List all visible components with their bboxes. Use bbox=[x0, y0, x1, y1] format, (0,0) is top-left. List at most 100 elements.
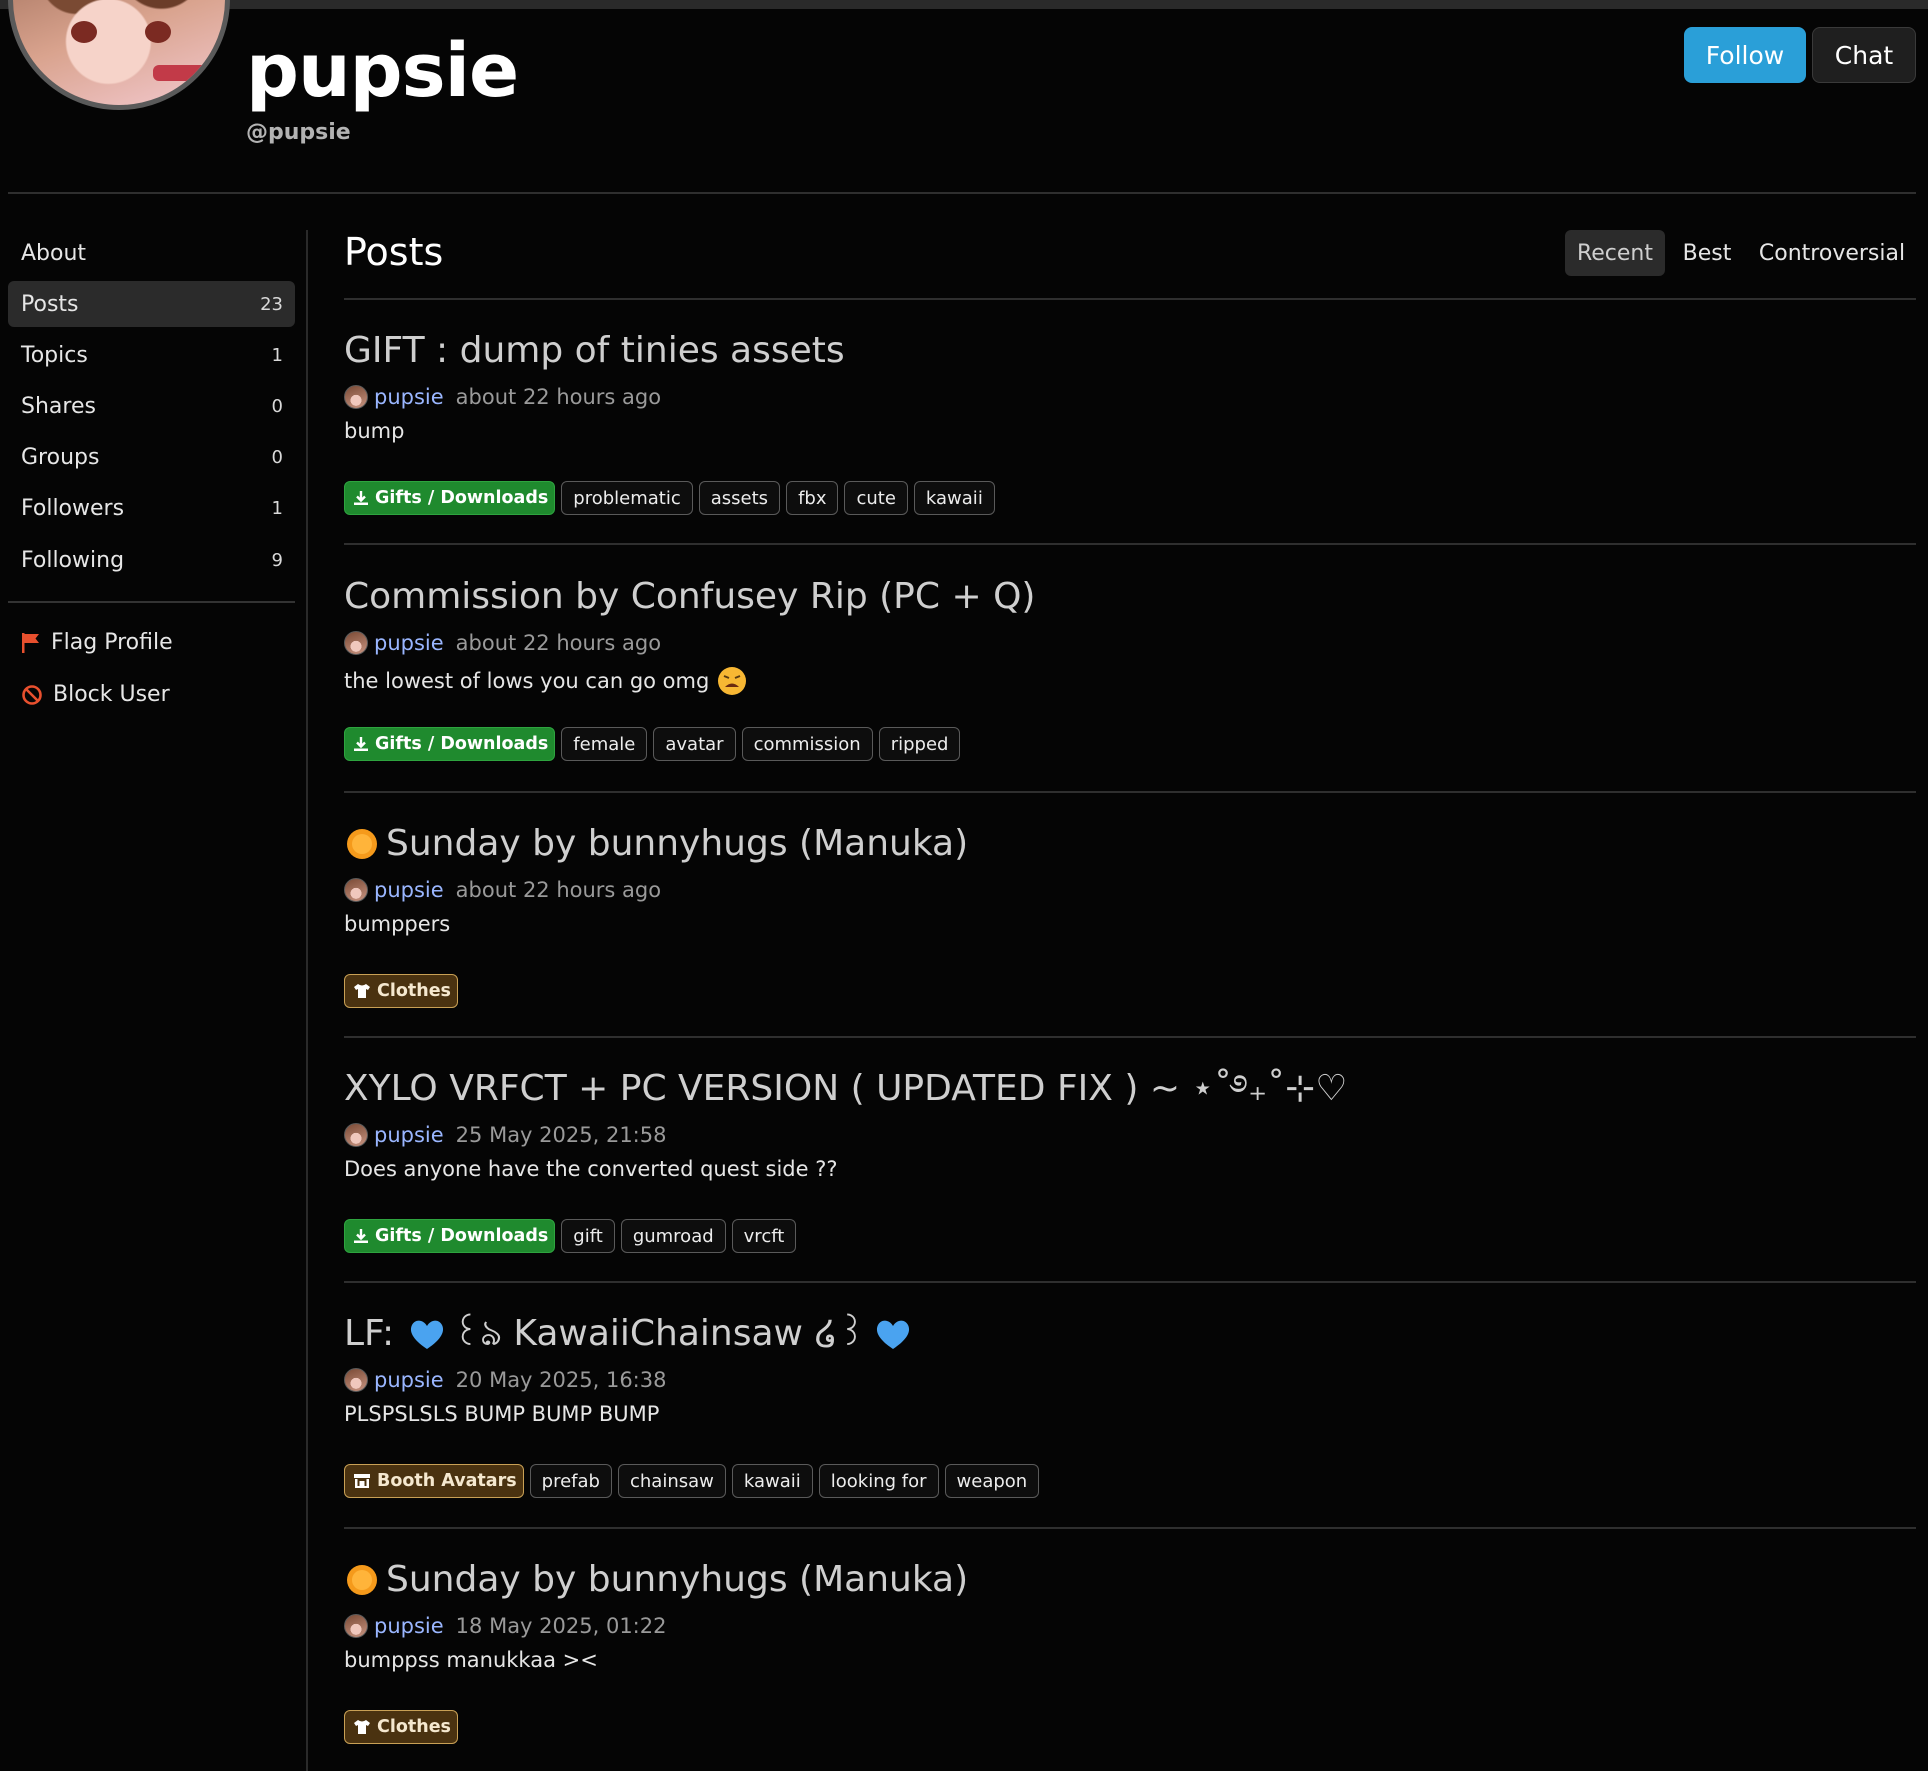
posts-header-divider bbox=[344, 298, 1916, 300]
tag-chip[interactable]: assets bbox=[698, 481, 781, 515]
download-icon bbox=[354, 737, 368, 751]
post-title[interactable]: XYLO VRFCT + PC VERSION ( UPDATED FIX ) … bbox=[344, 1067, 1348, 1111]
post-meta: pupsie 20 May 2025, 16:38 bbox=[344, 1368, 666, 1392]
tag-chip[interactable]: gumroad bbox=[620, 1219, 726, 1253]
post-timestamp: 20 May 2025, 16:38 bbox=[455, 1368, 667, 1392]
post-title[interactable]: Sunday by bunnyhugs (Manuka) bbox=[344, 822, 968, 866]
category-badge[interactable]: Gifts / Downloads bbox=[344, 481, 556, 515]
top-bar bbox=[0, 0, 1928, 9]
sidebar-item-topics[interactable]: Topics 1 bbox=[8, 332, 295, 378]
sidebar-item-label: About bbox=[21, 240, 87, 266]
tag-chip[interactable]: gift bbox=[561, 1219, 615, 1253]
sort-recent-tab[interactable]: Recent bbox=[1565, 230, 1665, 276]
profile-handle: @pupsie bbox=[246, 120, 351, 145]
post-snippet: the lowest of lows you can go omg bbox=[344, 665, 749, 697]
sidebar-divider bbox=[8, 601, 295, 603]
profile-avatar bbox=[8, 0, 230, 110]
category-label: Gifts / Downloads bbox=[375, 734, 549, 754]
post-snippet: PLSPSLSLS BUMP BUMP BUMP bbox=[344, 1402, 660, 1426]
author-avatar bbox=[344, 878, 368, 902]
shirt-icon bbox=[354, 984, 370, 998]
post-snippet-text: the lowest of lows you can go omg bbox=[344, 669, 710, 693]
post-timestamp: 25 May 2025, 21:58 bbox=[455, 1123, 667, 1147]
sidebar-item-followers[interactable]: Followers 1 bbox=[8, 485, 295, 531]
post-snippet: bumppss manukkaa >< bbox=[344, 1648, 598, 1672]
sidebar-item-about[interactable]: About bbox=[8, 230, 295, 276]
sidebar-item-label: Groups bbox=[21, 444, 100, 470]
post-divider bbox=[344, 1527, 1916, 1529]
tag-chip[interactable]: ripped bbox=[878, 727, 961, 761]
block-user-button[interactable]: Block User bbox=[21, 682, 170, 707]
post-divider bbox=[344, 543, 1916, 545]
tag-chip[interactable]: female bbox=[561, 727, 648, 761]
tag-chip[interactable]: looking for bbox=[818, 1464, 939, 1498]
tag-chip[interactable]: kawaii bbox=[913, 481, 995, 515]
post-divider bbox=[344, 1036, 1916, 1038]
chat-button[interactable]: Chat bbox=[1812, 27, 1916, 83]
category-badge[interactable]: Booth Avatars bbox=[344, 1464, 524, 1498]
category-badge[interactable]: Gifts / Downloads bbox=[344, 727, 556, 761]
post-meta: pupsie 18 May 2025, 01:22 bbox=[344, 1614, 666, 1638]
download-icon bbox=[354, 491, 368, 505]
post-meta: pupsie about 22 hours ago bbox=[344, 878, 661, 902]
store-icon bbox=[354, 1474, 370, 1488]
post-title-text: Sunday by bunnyhugs (Manuka) bbox=[386, 1559, 969, 1600]
tag-chip[interactable]: prefab bbox=[529, 1464, 612, 1498]
sidebar-item-shares[interactable]: Shares 0 bbox=[8, 383, 295, 429]
sidebar-item-count: 1 bbox=[271, 497, 283, 519]
tag-chip[interactable]: commission bbox=[741, 727, 873, 761]
sidebar-item-count: 9 bbox=[271, 549, 283, 571]
post-author-link[interactable]: pupsie bbox=[374, 631, 444, 655]
category-badge[interactable]: Gifts / Downloads bbox=[344, 1219, 556, 1253]
post-author-link[interactable]: pupsie bbox=[374, 385, 444, 409]
post-timestamp: about 22 hours ago bbox=[455, 631, 662, 655]
post-author-link[interactable]: pupsie bbox=[374, 1123, 444, 1147]
sidebar-item-groups[interactable]: Groups 0 bbox=[8, 434, 295, 480]
page-title: Posts bbox=[344, 230, 444, 274]
post-timestamp: 18 May 2025, 01:22 bbox=[455, 1614, 667, 1638]
category-badge[interactable]: Clothes bbox=[344, 1710, 458, 1744]
tag-chip[interactable]: chainsaw bbox=[617, 1464, 726, 1498]
sidebar-item-label: Shares bbox=[21, 393, 96, 419]
tag-chip[interactable]: avatar bbox=[653, 727, 736, 761]
post-author-link[interactable]: pupsie bbox=[374, 878, 444, 902]
flag-profile-label: Flag Profile bbox=[51, 630, 173, 655]
sort-best-tab[interactable]: Best bbox=[1672, 230, 1742, 276]
post-tags: Gifts / Downloads female avatar commissi… bbox=[344, 727, 966, 761]
post-snippet: bump bbox=[344, 419, 405, 443]
post-meta: pupsie about 22 hours ago bbox=[344, 385, 661, 409]
category-label: Clothes bbox=[377, 1717, 451, 1737]
tag-chip[interactable]: vrcft bbox=[731, 1219, 797, 1253]
sidebar-item-label: Topics bbox=[21, 342, 88, 368]
category-badge[interactable]: Clothes bbox=[344, 974, 458, 1008]
post-title-text: Sunday by bunnyhugs (Manuka) bbox=[386, 823, 969, 864]
tag-chip[interactable]: kawaii bbox=[731, 1464, 813, 1498]
shirt-icon bbox=[354, 1720, 370, 1734]
tag-chip[interactable]: problematic bbox=[561, 481, 693, 515]
block-icon bbox=[22, 684, 42, 705]
tag-chip[interactable]: fbx bbox=[786, 481, 839, 515]
flag-profile-button[interactable]: Flag Profile bbox=[21, 630, 173, 655]
author-avatar bbox=[344, 1368, 368, 1392]
sidebar-item-posts[interactable]: Posts 23 bbox=[8, 281, 295, 327]
post-author-link[interactable]: pupsie bbox=[374, 1368, 444, 1392]
sidebar-item-label: Followers bbox=[21, 495, 125, 521]
profile-display-name: pupsie bbox=[246, 28, 519, 114]
sidebar-item-count: 23 bbox=[260, 293, 283, 315]
sidebar-item-following[interactable]: Following 9 bbox=[8, 537, 295, 583]
tag-chip[interactable]: weapon bbox=[944, 1464, 1040, 1498]
post-title[interactable]: Commission by Confusey Rip (PC + Q) bbox=[344, 575, 1035, 619]
sidebar-item-label: Following bbox=[21, 547, 125, 573]
sort-controversial-tab[interactable]: Controversial bbox=[1752, 230, 1912, 276]
sidebar-item-count: 1 bbox=[271, 344, 283, 366]
category-label: Clothes bbox=[377, 981, 451, 1001]
sidebar-item-count: 0 bbox=[271, 395, 283, 417]
tag-chip[interactable]: cute bbox=[844, 481, 908, 515]
post-tags: Booth Avatars prefab chainsaw kawaii loo… bbox=[344, 1464, 1045, 1498]
post-title[interactable]: LF: ꒰ঌ KawaiiChainsaw ໒꒱ bbox=[344, 1312, 912, 1356]
post-title[interactable]: GIFT : dump of tinies assets bbox=[344, 329, 845, 373]
post-author-link[interactable]: pupsie bbox=[374, 1614, 444, 1638]
post-title[interactable]: Sunday by bunnyhugs (Manuka) bbox=[344, 1558, 968, 1602]
download-icon bbox=[354, 1229, 368, 1243]
follow-button[interactable]: Follow bbox=[1684, 27, 1806, 83]
